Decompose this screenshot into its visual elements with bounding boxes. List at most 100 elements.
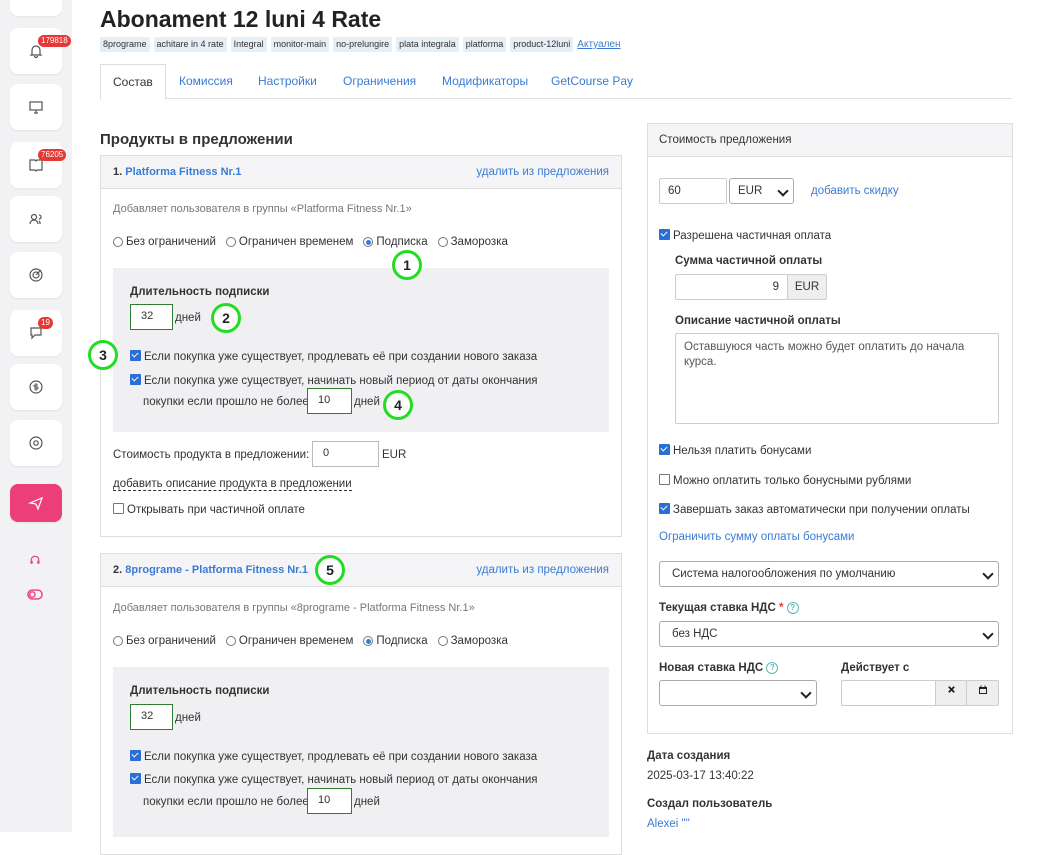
tag[interactable]: product-12luni	[510, 37, 574, 52]
tab-settings[interactable]: Настройки	[258, 64, 317, 98]
new-vat-label: Новая ставка НДС ?	[659, 662, 779, 674]
radio-unlimited[interactable]: Без ограничений	[113, 635, 216, 647]
sidebar-toggle-button[interactable]	[26, 587, 44, 601]
sidebar-send-button[interactable]	[10, 484, 62, 522]
currency-select[interactable]: EUR	[729, 178, 794, 204]
radio-time-limited[interactable]: Ограничен временем	[225, 236, 353, 248]
product-card: 1. Platforma Fitness Nr.1 удалить из пре…	[100, 155, 622, 537]
open-on-partial-checkbox[interactable]	[113, 503, 124, 514]
new-period-checkbox[interactable]	[130, 773, 141, 784]
new-vat-select[interactable]	[659, 680, 817, 706]
clear-date-button[interactable]	[935, 680, 967, 706]
no-bonus-option[interactable]: Нельзя платить бонусами	[659, 444, 811, 457]
author-link[interactable]: Alexei ""	[647, 818, 690, 830]
price-input[interactable]: 60	[659, 178, 727, 204]
new-period-limit-input[interactable]: 10	[307, 788, 352, 814]
tag[interactable]: plata integrala	[396, 37, 459, 52]
tab-composition[interactable]: Состав	[100, 64, 166, 100]
valid-from-input[interactable]	[841, 680, 937, 706]
tab-restrictions[interactable]: Ограничения	[343, 64, 416, 98]
tag[interactable]: achitare in 4 rate	[153, 37, 227, 52]
tag[interactable]: no-prelungire	[333, 37, 393, 52]
headset-icon	[30, 555, 40, 564]
chevron-down-icon	[800, 687, 812, 699]
partial-desc-textarea[interactable]: Оставшуюся часть можно будет оплатить до…	[675, 333, 999, 424]
tag[interactable]: monitor-main	[270, 37, 330, 52]
partial-payment-checkbox[interactable]	[659, 229, 670, 240]
notifications-badge: 179818	[38, 35, 71, 47]
remove-product-link[interactable]: удалить из предложения	[476, 564, 609, 576]
no-bonus-checkbox[interactable]	[659, 444, 670, 455]
status-link[interactable]: Актуален	[577, 37, 620, 52]
sidebar-avatar-button[interactable]	[10, 0, 62, 16]
add-product-description-link[interactable]: добавить описание продукта в предложении	[113, 478, 352, 491]
auto-complete-option[interactable]: Завершать заказ автоматически при получе…	[659, 503, 970, 516]
radio-time-limited[interactable]: Ограничен временем	[225, 635, 353, 647]
help-icon[interactable]: ?	[786, 602, 799, 614]
radio-freeze[interactable]: Заморозка	[437, 236, 508, 248]
tab-getcourse-pay[interactable]: GetCourse Pay	[551, 64, 633, 98]
radio-subscription[interactable]: Подписка	[363, 635, 428, 647]
sidebar-payments-button[interactable]	[10, 364, 62, 410]
duration-input[interactable]: 32	[130, 704, 173, 730]
new-period-limit-input[interactable]: 10	[307, 388, 352, 414]
days-label: дней	[354, 396, 380, 408]
product-price-label: Стоимость продукта в предложении:	[113, 449, 310, 461]
sidebar-monitor-button[interactable]	[10, 84, 62, 130]
valid-from-label: Действует с	[841, 662, 910, 674]
tax-system-select[interactable]: Система налогообложения по умолчанию	[659, 561, 999, 587]
partial-sum-label: Сумма частичной оплаты	[675, 255, 823, 267]
sidebar-analytics-button[interactable]	[10, 252, 62, 298]
open-on-partial-option[interactable]: Открывать при частичной оплате	[113, 503, 305, 516]
only-bonus-option[interactable]: Можно оплатить только бонусными рублями	[659, 474, 911, 487]
tab-commission[interactable]: Комиссия	[179, 64, 233, 98]
help-icon[interactable]: ?	[766, 662, 779, 674]
limit-bonus-link[interactable]: Ограничить сумму оплаты бонусами	[659, 531, 854, 543]
product-number: 1.	[113, 166, 123, 178]
partial-sum-currency: EUR	[787, 274, 827, 300]
sidebar-chat-button[interactable]: 19	[10, 310, 62, 356]
extend-purchase-checkbox[interactable]	[130, 350, 141, 361]
tag[interactable]: 8programe	[100, 37, 150, 52]
auto-complete-checkbox[interactable]	[659, 503, 670, 514]
vat-select[interactable]: без НДС	[659, 621, 999, 647]
sidebar-support-button[interactable]	[10, 420, 62, 466]
only-bonus-checkbox[interactable]	[659, 474, 670, 485]
partial-sum-input[interactable]: 9	[675, 274, 788, 300]
sidebar-users-button[interactable]	[10, 196, 62, 242]
inbox-badge: 76205	[38, 149, 67, 161]
extend-purchase-option[interactable]: Если покупка уже существует, продлевать …	[130, 350, 537, 363]
new-period-option[interactable]: Если покупка уже существует, начинать но…	[130, 374, 538, 387]
product-card: 2. 8programe - Platforma Fitness Nr.1 уд…	[100, 553, 622, 855]
subscription-settings: Длительность подписки 32 дней Если покуп…	[113, 667, 609, 837]
tab-modifiers[interactable]: Модификаторы	[442, 64, 528, 98]
sidebar-inbox-button[interactable]: 76205	[10, 142, 67, 188]
tag[interactable]: Integral	[230, 37, 267, 52]
extend-purchase-option[interactable]: Если покупка уже существует, продлевать …	[130, 750, 537, 763]
sidebar-headset-button[interactable]	[26, 553, 44, 567]
product-price-currency: EUR	[382, 449, 407, 461]
new-period-checkbox[interactable]	[130, 374, 141, 385]
avatar-icon	[28, 0, 44, 1]
product-name-link[interactable]: 8programe - Platforma Fitness Nr.1	[125, 564, 308, 576]
close-icon	[947, 686, 955, 693]
tag[interactable]: platforma	[462, 37, 507, 52]
target-icon	[29, 268, 43, 282]
days-label: дней	[175, 312, 201, 324]
product-price-input[interactable]: 0	[312, 441, 379, 467]
radio-unlimited[interactable]: Без ограничений	[113, 236, 216, 248]
radio-subscription[interactable]: Подписка	[363, 236, 428, 248]
duration-input[interactable]: 32	[130, 304, 173, 330]
send-icon	[28, 496, 44, 511]
product-name-link[interactable]: Platforma Fitness Nr.1	[125, 166, 241, 178]
remove-product-link[interactable]: удалить из предложения	[476, 166, 609, 178]
radio-freeze[interactable]: Заморозка	[437, 635, 508, 647]
add-discount-link[interactable]: добавить скидку	[811, 185, 899, 197]
sidebar-notifications-button[interactable]: 179818	[10, 28, 71, 74]
extend-purchase-checkbox[interactable]	[130, 750, 141, 761]
partial-payment-option[interactable]: Разрешена частичная оплата	[659, 229, 831, 242]
calendar-button[interactable]	[966, 680, 999, 706]
days-label: дней	[175, 712, 201, 724]
toggle-icon	[27, 588, 43, 600]
new-period-option[interactable]: Если покупка уже существует, начинать но…	[130, 773, 538, 786]
